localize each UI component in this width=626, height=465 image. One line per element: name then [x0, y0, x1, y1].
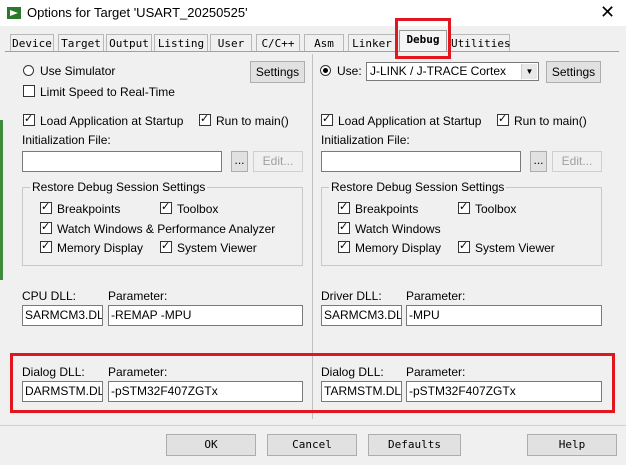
cancel-button[interactable]: Cancel — [267, 434, 357, 456]
left-init-file-input[interactable] — [22, 151, 222, 172]
footer-divider — [0, 425, 626, 426]
left-settings-button[interactable]: Settings — [250, 61, 305, 83]
right-run-to-main-checkbox[interactable] — [497, 112, 509, 126]
window-edge — [0, 120, 3, 280]
right-browse-button[interactable]: ... — [530, 151, 547, 172]
left-restore-group-label: Restore Debug Session Settings — [30, 180, 208, 194]
tab-output[interactable]: Output — [106, 34, 152, 51]
left-toolbox-label: Toolbox — [177, 202, 219, 216]
right-init-file-label: Initialization File: — [321, 133, 410, 147]
tab-divider — [5, 51, 619, 52]
left-edit-button[interactable]: Edit... — [253, 151, 303, 172]
driver-dll-input[interactable]: SARMCM3.DLL — [321, 305, 402, 326]
tab-device[interactable]: Device — [10, 34, 54, 51]
right-watch-windows-label: Watch Windows — [355, 222, 441, 236]
left-system-viewer-checkbox[interactable] — [160, 239, 172, 253]
right-memory-display-checkbox[interactable] — [338, 239, 350, 253]
dialog-dll-highlight — [10, 353, 615, 413]
cpu-dll-label: CPU DLL: — [22, 289, 77, 303]
cpu-param-input[interactable]: -REMAP -MPU — [108, 305, 303, 326]
right-load-app-checkbox[interactable] — [321, 112, 333, 126]
right-toolbox-checkbox[interactable] — [458, 200, 470, 214]
left-watch-windows-label: Watch Windows & Performance Analyzer — [57, 222, 276, 236]
right-init-file-input[interactable] — [321, 151, 521, 172]
left-browse-button[interactable]: ... — [231, 151, 248, 172]
right-load-app-label: Load Application at Startup — [338, 114, 482, 128]
window-title: Options for Target 'USART_20250525' — [27, 5, 248, 20]
use-driver-label: Use: — [337, 64, 362, 78]
tab-asm[interactable]: Asm — [304, 34, 344, 51]
right-settings-button[interactable]: Settings — [546, 61, 601, 83]
right-system-viewer-checkbox[interactable] — [458, 239, 470, 253]
left-breakpoints-checkbox[interactable] — [40, 200, 52, 214]
tab-user[interactable]: User — [210, 34, 252, 51]
driver-dll-label: Driver DLL: — [321, 289, 382, 303]
left-toolbox-checkbox[interactable] — [160, 200, 172, 214]
left-load-app-label: Load Application at Startup — [40, 114, 184, 128]
tab-linker[interactable]: Linker — [348, 34, 396, 51]
tab-c-cpp[interactable]: C/C++ — [256, 34, 300, 51]
tab-target[interactable]: Target — [58, 34, 104, 51]
left-run-to-main-label: Run to main() — [216, 114, 289, 128]
use-simulator-radio[interactable] — [23, 65, 34, 76]
debug-tab-highlight — [395, 18, 451, 59]
left-breakpoints-label: Breakpoints — [57, 202, 121, 216]
left-system-viewer-label: System Viewer — [177, 241, 257, 255]
left-run-to-main-checkbox[interactable] — [199, 112, 211, 126]
close-icon[interactable]: ✕ — [600, 2, 615, 23]
use-simulator-label: Use Simulator — [40, 64, 116, 78]
defaults-button[interactable]: Defaults — [368, 434, 461, 456]
debug-driver-value: J-LINK / J-TRACE Cortex — [370, 64, 507, 78]
right-breakpoints-label: Breakpoints — [355, 202, 419, 216]
driver-param-label: Parameter: — [406, 289, 466, 303]
right-restore-group-label: Restore Debug Session Settings — [329, 180, 507, 194]
limit-speed-checkbox[interactable] — [23, 85, 35, 97]
ok-button[interactable]: OK — [166, 434, 256, 456]
chevron-down-icon[interactable]: ▼ — [521, 64, 537, 79]
left-init-file-label: Initialization File: — [22, 133, 111, 147]
help-button[interactable]: Help — [527, 434, 617, 456]
right-run-to-main-label: Run to main() — [514, 114, 587, 128]
use-driver-radio[interactable] — [320, 65, 331, 76]
tab-listing[interactable]: Listing — [154, 34, 208, 51]
driver-param-input[interactable]: -MPU — [406, 305, 602, 326]
cpu-dll-input[interactable]: SARMCM3.DLL — [22, 305, 103, 326]
right-system-viewer-label: System Viewer — [475, 241, 555, 255]
limit-speed-label: Limit Speed to Real-Time — [40, 85, 175, 99]
right-watch-windows-checkbox[interactable] — [338, 220, 350, 234]
right-breakpoints-checkbox[interactable] — [338, 200, 350, 214]
left-load-app-checkbox[interactable] — [23, 112, 35, 126]
tab-utilities[interactable]: Utilities — [450, 34, 511, 51]
keil-app-icon — [7, 7, 21, 19]
right-toolbox-label: Toolbox — [475, 202, 517, 216]
left-memory-display-label: Memory Display — [57, 241, 144, 255]
left-watch-windows-checkbox[interactable] — [40, 220, 52, 234]
debug-driver-select[interactable]: J-LINK / J-TRACE Cortex ▼ — [366, 62, 539, 81]
cpu-param-label: Parameter: — [108, 289, 168, 303]
right-edit-button[interactable]: Edit... — [552, 151, 602, 172]
left-memory-display-checkbox[interactable] — [40, 239, 52, 253]
right-memory-display-label: Memory Display — [355, 241, 442, 255]
